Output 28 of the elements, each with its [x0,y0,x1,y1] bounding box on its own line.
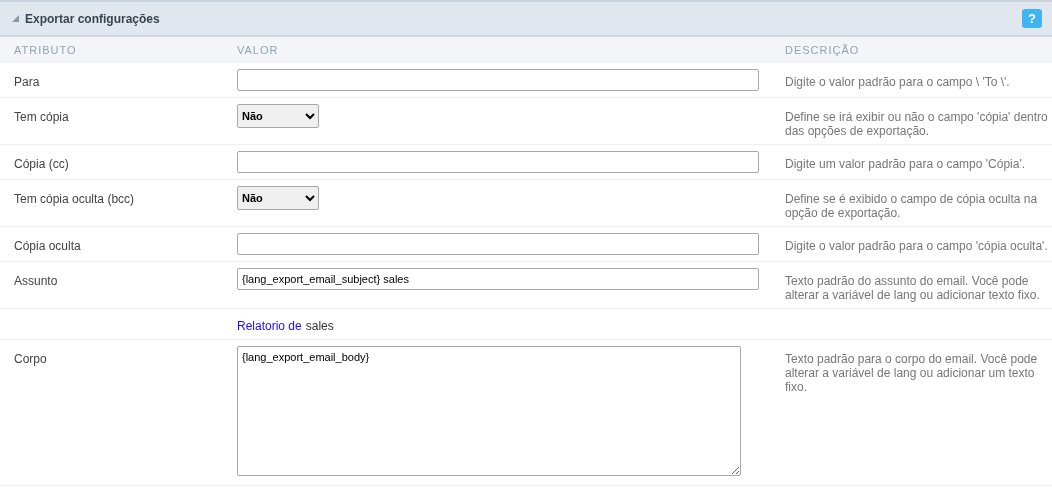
collapse-icon[interactable] [12,15,19,22]
column-title: DESCRIÇÃO [785,44,861,56]
attribute-label: Para [14,74,41,89]
select-field[interactable]: Não [237,104,319,128]
input-field[interactable] [237,233,759,255]
link[interactable]: Relatorio de [237,319,302,333]
panel-title: Exportar configurações [25,11,161,26]
note-text: sales [305,319,334,333]
select-field[interactable]: Não [237,186,319,210]
input-field[interactable] [237,151,759,173]
description-text: Define se irá exibir ou não o campo 'cópia' dentro das opções de exportação. [785,109,1049,138]
attribute-label: Assunto [14,273,59,288]
textarea-field[interactable]: {lang_export_email_body} [237,346,741,476]
description-text: Define se é exibido o campo de cópia oculta na opção de exportação. [785,191,1039,220]
column-title: VALOR [237,44,280,56]
description-text: Texto padrão do assunto do email. Você pode alterar a variável de lang ou adicionar texto fixo. [785,273,1041,302]
description-text: Digite o valor padrão para o campo 'cópia oculta'. [785,238,1049,253]
description-text: Digite um valor padrão para o campo 'Cópia'. [785,156,1027,171]
attribute-label: Tem cópia oculta (bcc) [14,191,136,206]
input-field[interactable]: {lang_export_email_subject} sales [237,268,759,290]
description-text: Texto padrão para o corpo do email. Você pode alterar a variável de lang ou adicionar um texto fixo. [785,351,1039,394]
attribute-label: Tem cópia [14,109,70,124]
input-field[interactable] [237,69,759,91]
attribute-label: Cópia oculta [14,238,82,253]
description-text: Digite o valor padrão para o campo \ 'To \'. [785,74,1011,89]
column-title: ATRIBUTO [14,44,78,56]
attribute-label: Corpo [14,351,48,366]
attribute-label: Cópia (cc) [14,156,70,171]
